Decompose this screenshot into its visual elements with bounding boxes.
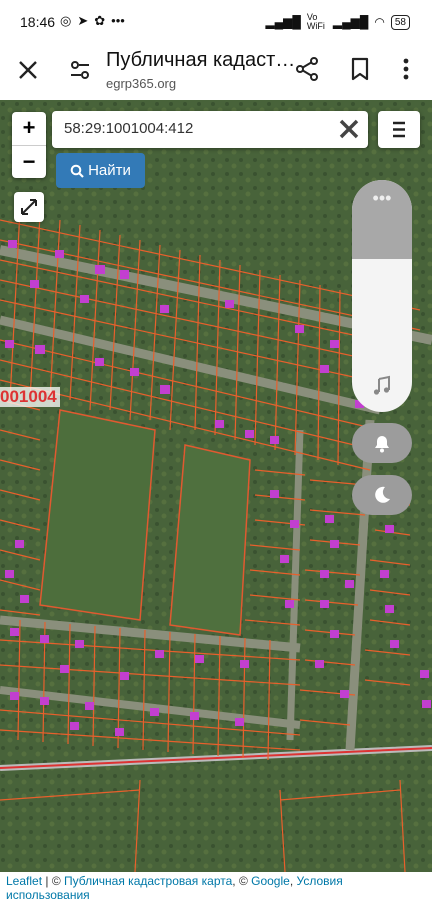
find-button[interactable]: Найти bbox=[56, 153, 145, 188]
status-time: 18:46 bbox=[20, 14, 56, 30]
zoom-in-button[interactable]: + bbox=[12, 112, 46, 146]
share-icon[interactable] bbox=[294, 56, 320, 82]
signal2-icon: ▂▄▆█ bbox=[332, 15, 369, 29]
dark-mode-button[interactable] bbox=[352, 475, 412, 515]
wifi-icon: ◠ bbox=[374, 15, 385, 29]
telegram-icon: ➤ bbox=[77, 13, 89, 28]
cadastral-map-link[interactable]: Публичная кадастровая карта bbox=[64, 874, 232, 888]
music-note-icon bbox=[373, 375, 390, 395]
attrib-separator-1: | © bbox=[42, 874, 64, 888]
cadastral-search-box bbox=[52, 111, 368, 148]
cadastral-map[interactable]: + − Найти 001004 ••• bbox=[0, 100, 432, 872]
volume-more-icon[interactable]: ••• bbox=[352, 188, 412, 209]
bell-icon bbox=[375, 436, 389, 453]
attrib-separator-3: , bbox=[289, 874, 297, 888]
status-bar: 18:46 ◎ ➤ ✿ ••• ▂▄▆█ Vo WiFi ▂▄▆█ ◠ 58 bbox=[0, 0, 432, 46]
notification-icons: ◎ ➤ ✿ ••• bbox=[60, 13, 125, 29]
close-icon[interactable] bbox=[16, 58, 40, 82]
map-attribution: Leaflet | © Публичная кадастровая карта,… bbox=[0, 872, 432, 900]
google-link[interactable]: Google bbox=[251, 874, 290, 888]
more-options-icon[interactable] bbox=[396, 56, 416, 82]
cadastral-quarter-label: 001004 bbox=[0, 387, 60, 407]
more-notifications-icon: ••• bbox=[111, 13, 125, 28]
find-button-label: Найти bbox=[88, 162, 131, 179]
page-title: Публичная кадаст… bbox=[106, 49, 296, 71]
attrib-separator-2: , © bbox=[232, 874, 252, 888]
signal-icon: ▂▄▆█ bbox=[265, 15, 301, 29]
zoom-control: + − bbox=[12, 112, 46, 178]
app-notification-icon: ✿ bbox=[94, 13, 106, 28]
ring-mode-button[interactable] bbox=[352, 423, 412, 463]
zoom-out-button[interactable]: − bbox=[12, 146, 46, 179]
vowifi-label: Vo WiFi bbox=[306, 12, 325, 31]
system-icons: ▂▄▆█ Vo WiFi ▂▄▆█ ◠ 58 bbox=[265, 13, 410, 31]
browser-app-bar: Публичная кадаст… egrp365.org bbox=[0, 46, 432, 100]
page-url: egrp365.org bbox=[106, 76, 177, 91]
fullscreen-button[interactable] bbox=[14, 192, 44, 222]
moon-icon bbox=[375, 486, 390, 503]
menu-button[interactable] bbox=[378, 111, 420, 148]
cadastral-number-input[interactable] bbox=[62, 119, 326, 138]
battery-icon: 58 bbox=[390, 14, 410, 30]
volume-slider[interactable]: ••• bbox=[352, 180, 412, 412]
hamburger-icon bbox=[393, 121, 405, 138]
fullscreen-icon bbox=[21, 199, 37, 215]
search-icon bbox=[70, 164, 84, 178]
whatsapp-icon: ◎ bbox=[60, 13, 72, 28]
leaflet-link[interactable]: Leaflet bbox=[6, 874, 42, 888]
site-settings-icon[interactable] bbox=[68, 58, 92, 82]
clear-icon[interactable] bbox=[338, 118, 360, 140]
bookmark-icon[interactable] bbox=[348, 56, 372, 82]
